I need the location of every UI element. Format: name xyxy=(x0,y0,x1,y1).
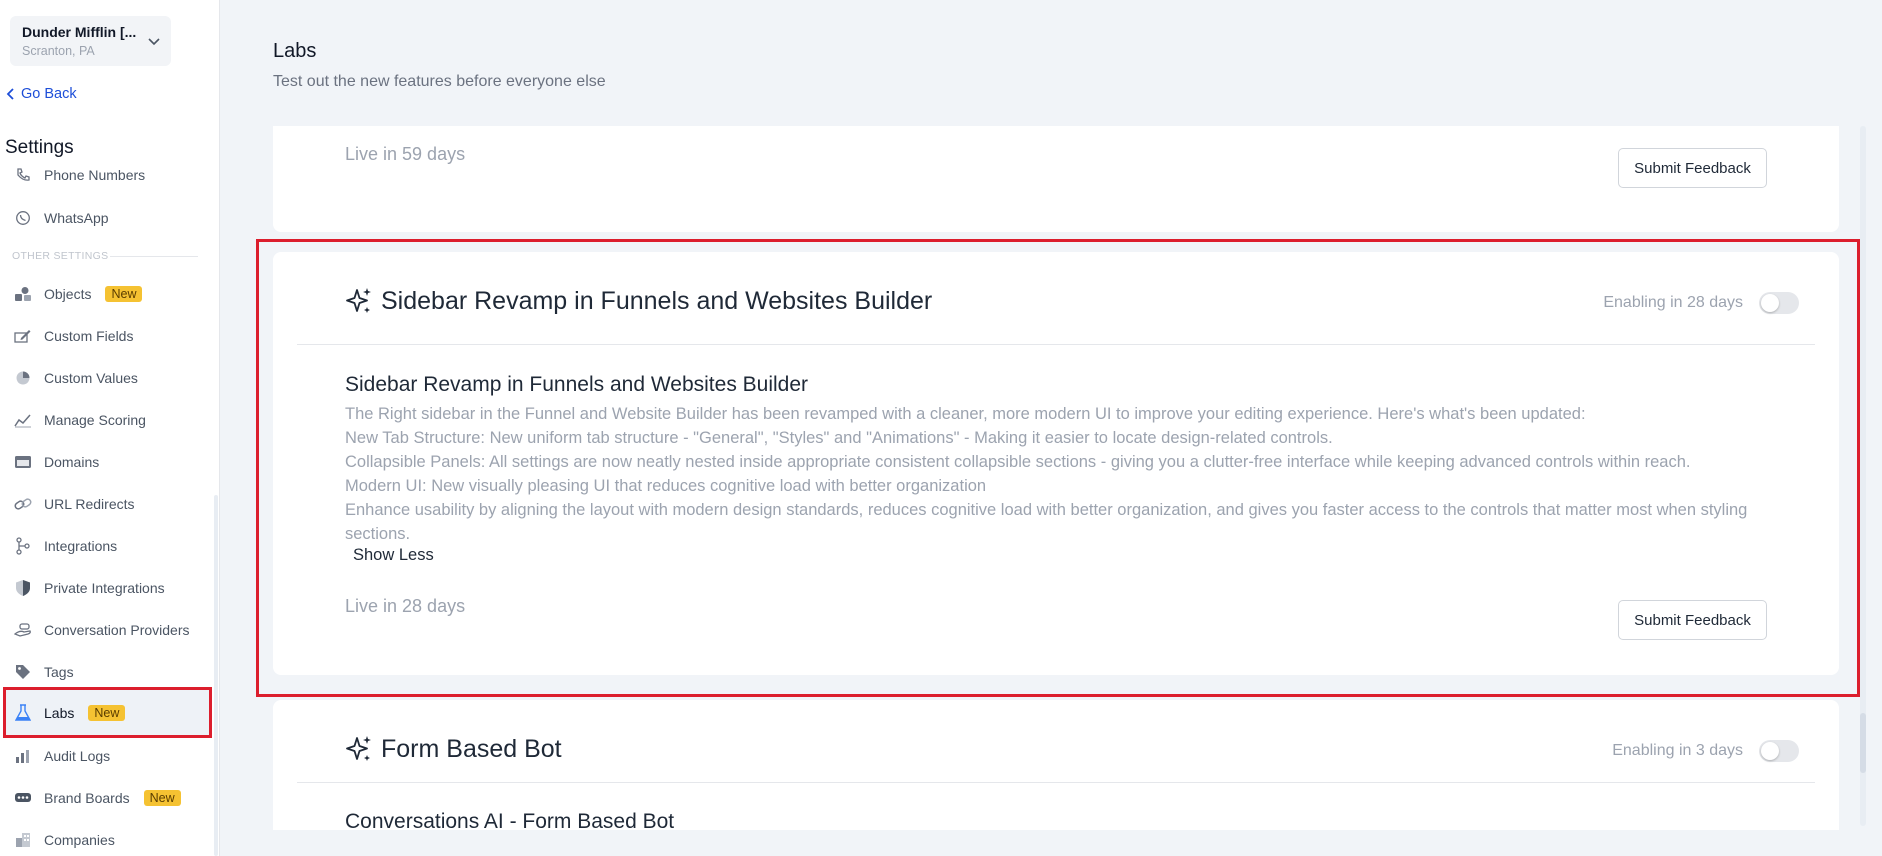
edit-field-icon xyxy=(14,327,32,345)
sidebar-item-manage-scoring[interactable]: Manage Scoring xyxy=(14,408,146,432)
live-status: Live in 59 days xyxy=(345,144,466,164)
sidebar-item-label: WhatsApp xyxy=(44,210,109,226)
sidebar-item-label: Companies xyxy=(44,832,115,848)
sidebar-item-label: Audit Logs xyxy=(44,748,111,764)
sidebar-scrollbar[interactable] xyxy=(214,495,218,856)
whatsapp-icon xyxy=(14,209,32,227)
sidebar-item-conversation-providers[interactable]: Conversation Providers xyxy=(14,618,190,642)
page-subtitle: Test out the new features before everyon… xyxy=(273,73,606,90)
sidebar-item-label: Labs xyxy=(44,705,75,721)
flask-icon xyxy=(14,704,32,722)
go-back-link[interactable]: Go Back xyxy=(6,86,77,102)
sidebar-item-label: Phone Numbers xyxy=(44,167,146,183)
sparkles-icon xyxy=(346,736,371,761)
sidebar-item-label: Conversation Providers xyxy=(44,622,190,638)
chevron-left-icon xyxy=(6,88,14,100)
new-badge: New xyxy=(143,790,181,806)
labs-item-content: Labs New xyxy=(14,701,126,725)
feature-card: Live in 59 days Submit Feedback xyxy=(273,126,1839,232)
submit-feedback-button[interactable]: Submit Feedback xyxy=(1618,148,1767,188)
feature-enable-control: Enabling in 3 days xyxy=(1612,740,1799,762)
settings-sidebar: Dunder Mifflin [... Scranton, PA Go Back… xyxy=(0,0,220,856)
new-badge: New xyxy=(105,286,143,302)
sidebar-item-integrations[interactable]: Integrations xyxy=(14,534,117,558)
sidebar-item-private-integrations[interactable]: Private Integrations xyxy=(14,576,165,600)
sidebar-item-label: Manage Scoring xyxy=(44,412,146,428)
sidebar-item-companies[interactable]: Companies xyxy=(14,828,115,852)
objects-icon xyxy=(14,285,32,303)
other-settings-label: OTHER SETTINGS xyxy=(12,250,109,262)
link-icon xyxy=(14,495,32,513)
feature-subtitle: Conversations AI - Form Based Bot xyxy=(345,810,675,830)
bar-chart-icon xyxy=(14,747,32,765)
trend-chart-icon xyxy=(14,411,32,429)
page-title: Labs xyxy=(273,40,317,62)
pie-chart-icon xyxy=(14,369,32,387)
sidebar-item-label: Objects xyxy=(44,286,92,302)
sidebar-item-label: Custom Fields xyxy=(44,328,134,344)
card-divider xyxy=(297,782,1815,783)
phone-icon xyxy=(14,166,32,184)
shield-icon xyxy=(14,579,32,597)
feature-title: Form Based Bot xyxy=(381,734,562,763)
integrations-icon xyxy=(14,537,32,555)
sidebar-item-url-redirects[interactable]: URL Redirects xyxy=(14,492,135,516)
sidebar-item-tags[interactable]: Tags xyxy=(14,660,74,684)
sidebar-item-label: Domains xyxy=(44,454,100,470)
enabling-status: Enabling in 3 days xyxy=(1612,742,1743,759)
sidebar-item-custom-values[interactable]: Custom Values xyxy=(14,366,138,390)
settings-title: Settings xyxy=(5,137,74,158)
main-scrollbar-thumb[interactable] xyxy=(1860,713,1866,773)
browser-window-icon xyxy=(14,453,32,471)
sidebar-item-label: Custom Values xyxy=(44,370,138,386)
palette-icon xyxy=(14,789,32,807)
go-back-label: Go Back xyxy=(21,86,77,102)
chevron-down-icon xyxy=(148,38,160,46)
building-icon xyxy=(14,831,32,849)
section-divider xyxy=(110,256,198,257)
sidebar-item-labs[interactable]: Labs New xyxy=(3,687,212,738)
hand-message-icon xyxy=(14,621,32,639)
sidebar-item-label: Integrations xyxy=(44,538,118,554)
settings-nav: Phone Numbers WhatsApp OTHER SETTINGS Ob… xyxy=(0,165,215,856)
highlight-box xyxy=(256,239,1860,697)
sidebar-item-label: Brand Boards xyxy=(44,790,130,806)
sidebar-item-objects[interactable]: Objects New xyxy=(14,282,143,306)
sidebar-item-label: Tags xyxy=(44,664,74,680)
sidebar-item-audit-logs[interactable]: Audit Logs xyxy=(14,744,110,768)
sidebar-item-custom-fields[interactable]: Custom Fields xyxy=(14,324,133,348)
tag-icon xyxy=(14,663,32,681)
feature-card-form-based-bot: Form Based Bot Enabling in 3 days Conver… xyxy=(273,700,1839,830)
sidebar-item-brand-boards[interactable]: Brand Boards New xyxy=(14,786,181,810)
location-switcher[interactable]: Dunder Mifflin [... Scranton, PA xyxy=(10,16,171,66)
sidebar-item-domains[interactable]: Domains xyxy=(14,450,99,474)
sidebar-item-phone-numbers[interactable]: Phone Numbers xyxy=(14,165,145,187)
feature-toggle[interactable] xyxy=(1759,740,1799,762)
sidebar-item-label: URL Redirects xyxy=(44,496,135,512)
location-name: Dunder Mifflin [... xyxy=(22,24,137,40)
new-badge: New xyxy=(88,705,126,721)
sidebar-item-label: Private Integrations xyxy=(44,580,165,596)
feature-header: Form Based Bot xyxy=(345,734,562,764)
location-city: Scranton, PA xyxy=(22,44,95,58)
sidebar-item-whatsapp[interactable]: WhatsApp xyxy=(14,206,109,230)
